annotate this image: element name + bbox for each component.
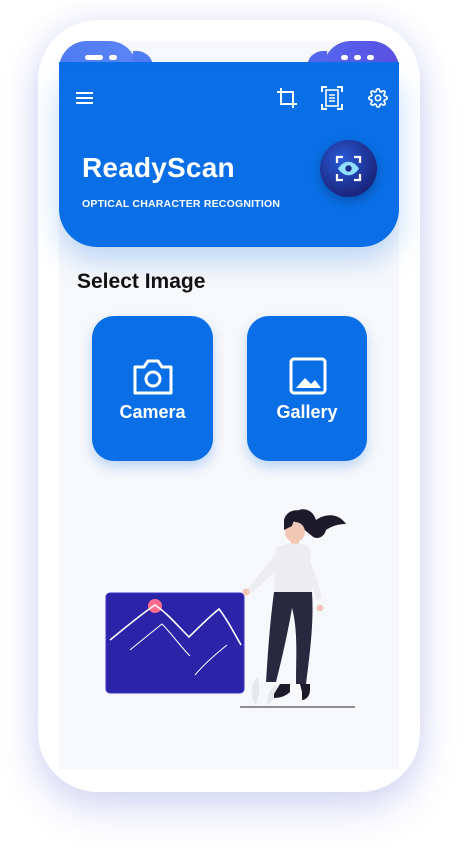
gallery-button[interactable]: Gallery (247, 316, 367, 461)
woman-with-picture-illustration (105, 509, 355, 708)
status-pill (109, 55, 117, 60)
gallery-label: Gallery (276, 402, 338, 422)
status-pill (341, 55, 348, 60)
app-subtitle: OPTICAL CHARACTER RECOGNITION (82, 198, 281, 210)
status-pill (354, 55, 361, 60)
camera-button[interactable]: Camera (92, 316, 213, 461)
app-title: ReadyScan (82, 152, 235, 183)
menu-icon[interactable] (75, 90, 95, 111)
section-title: Select Image (77, 270, 206, 293)
status-pill (367, 55, 374, 60)
image-icon (289, 357, 327, 395)
crop-icon[interactable] (276, 87, 298, 114)
eye-scan-icon (335, 155, 362, 182)
camera-icon (133, 359, 173, 395)
gear-icon[interactable] (368, 88, 388, 113)
document-scan-icon[interactable] (321, 86, 343, 115)
scan-badge[interactable] (320, 140, 377, 197)
camera-label: Camera (119, 402, 186, 422)
status-pill (85, 55, 103, 60)
